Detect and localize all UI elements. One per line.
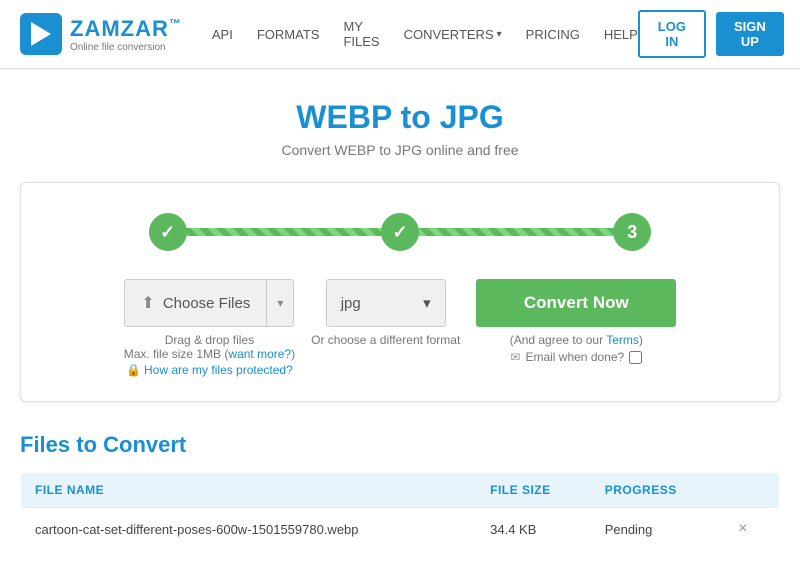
step-3-circle: 3	[613, 213, 651, 251]
format-group: jpg ▾ Or choose a different format	[311, 279, 460, 347]
convert-group: Convert Now (And agree to our Terms) ✉ E…	[476, 279, 676, 364]
remove-file-button[interactable]: ×	[734, 520, 751, 538]
convert-now-button[interactable]: Convert Now	[476, 279, 676, 327]
choose-files-hint: Drag & drop files Max. file size 1MB (wa…	[124, 333, 295, 361]
format-arrow-icon: ▾	[423, 294, 431, 312]
format-select[interactable]: jpg ▾	[326, 279, 446, 327]
page-title: WEBP to JPG	[20, 99, 780, 136]
col-progress-header: PROGRESS	[591, 473, 720, 508]
progress-bar-container: ✓ ✓ 3	[51, 213, 749, 251]
choose-files-button[interactable]: ⬆ Choose Files ▾	[124, 279, 294, 327]
file-size-cell: 34.4 KB	[476, 508, 591, 551]
file-progress-cell: Pending	[591, 508, 720, 551]
convert-agree-text: (And agree to our Terms)	[510, 333, 643, 347]
header-actions: LOG IN SIGN UP	[638, 10, 784, 58]
main-content: WEBP to JPG Convert WEBP to JPG online a…	[0, 69, 800, 581]
format-hint: Or choose a different format	[311, 333, 460, 347]
nav-help[interactable]: HELP	[604, 27, 638, 42]
login-button[interactable]: LOG IN	[638, 10, 706, 58]
nav-myfiles[interactable]: MY FILES	[343, 19, 379, 49]
logo-name: ZAMZAR™	[70, 16, 182, 42]
logo-text-area: ZAMZAR™ Online file conversion	[70, 16, 182, 53]
step-1-circle: ✓	[149, 213, 187, 251]
terms-link[interactable]: Terms	[606, 333, 639, 347]
lock-icon: 🔒	[126, 363, 141, 377]
file-name-cell: cartoon-cat-set-different-poses-600w-150…	[21, 508, 477, 551]
files-section: Files to Convert FILE NAME FILE SIZE PRO…	[20, 432, 780, 551]
progress-steps: ✓ ✓ 3	[149, 213, 652, 251]
logo-subtitle: Online file conversion	[70, 42, 182, 53]
choose-files-dropdown-arrow[interactable]: ▾	[266, 280, 293, 326]
nav-formats[interactable]: FORMATS	[257, 27, 320, 42]
files-table: FILE NAME FILE SIZE PROGRESS cartoon-cat…	[20, 472, 780, 551]
format-value: jpg	[341, 295, 361, 312]
logo-area[interactable]: ZAMZAR™ Online file conversion	[20, 13, 182, 55]
upload-icon: ⬆	[141, 293, 154, 313]
table-row: cartoon-cat-set-different-poses-600w-150…	[21, 508, 780, 551]
nav-api[interactable]: API	[212, 27, 233, 42]
choose-files-label: Choose Files	[163, 295, 251, 312]
want-more-link[interactable]: want more?	[228, 347, 291, 361]
col-filesize-header: FILE SIZE	[476, 473, 591, 508]
page-subtitle: Convert WEBP to JPG online and free	[20, 142, 780, 158]
choose-files-main: ⬆ Choose Files	[125, 280, 266, 326]
logo-icon	[20, 13, 62, 55]
step-2-circle: ✓	[381, 213, 419, 251]
signup-button[interactable]: SIGN UP	[716, 12, 784, 56]
file-remove-cell: ×	[720, 508, 779, 551]
converter-card: ✓ ✓ 3 ⬆ Choose Files	[20, 182, 780, 402]
email-label: Email when done?	[525, 350, 624, 364]
table-header-row: FILE NAME FILE SIZE PROGRESS	[21, 473, 780, 508]
col-filename-header: FILE NAME	[21, 473, 477, 508]
protection-link[interactable]: 🔒 How are my files protected?	[126, 363, 293, 377]
nav-converters[interactable]: CONVERTERS	[404, 27, 502, 42]
site-header: ZAMZAR™ Online file conversion API FORMA…	[0, 0, 800, 69]
main-nav: API FORMATS MY FILES CONVERTERS PRICING …	[212, 19, 638, 49]
nav-pricing[interactable]: PRICING	[526, 27, 580, 42]
col-actions-header	[720, 473, 779, 508]
files-section-title: Files to Convert	[20, 432, 780, 458]
email-check-row: ✉ Email when done?	[510, 350, 642, 364]
email-checkbox[interactable]	[629, 351, 642, 364]
controls-row: ⬆ Choose Files ▾ Drag & drop files Max. …	[51, 279, 749, 377]
email-icon: ✉	[510, 350, 520, 364]
choose-files-group: ⬆ Choose Files ▾ Drag & drop files Max. …	[124, 279, 295, 377]
